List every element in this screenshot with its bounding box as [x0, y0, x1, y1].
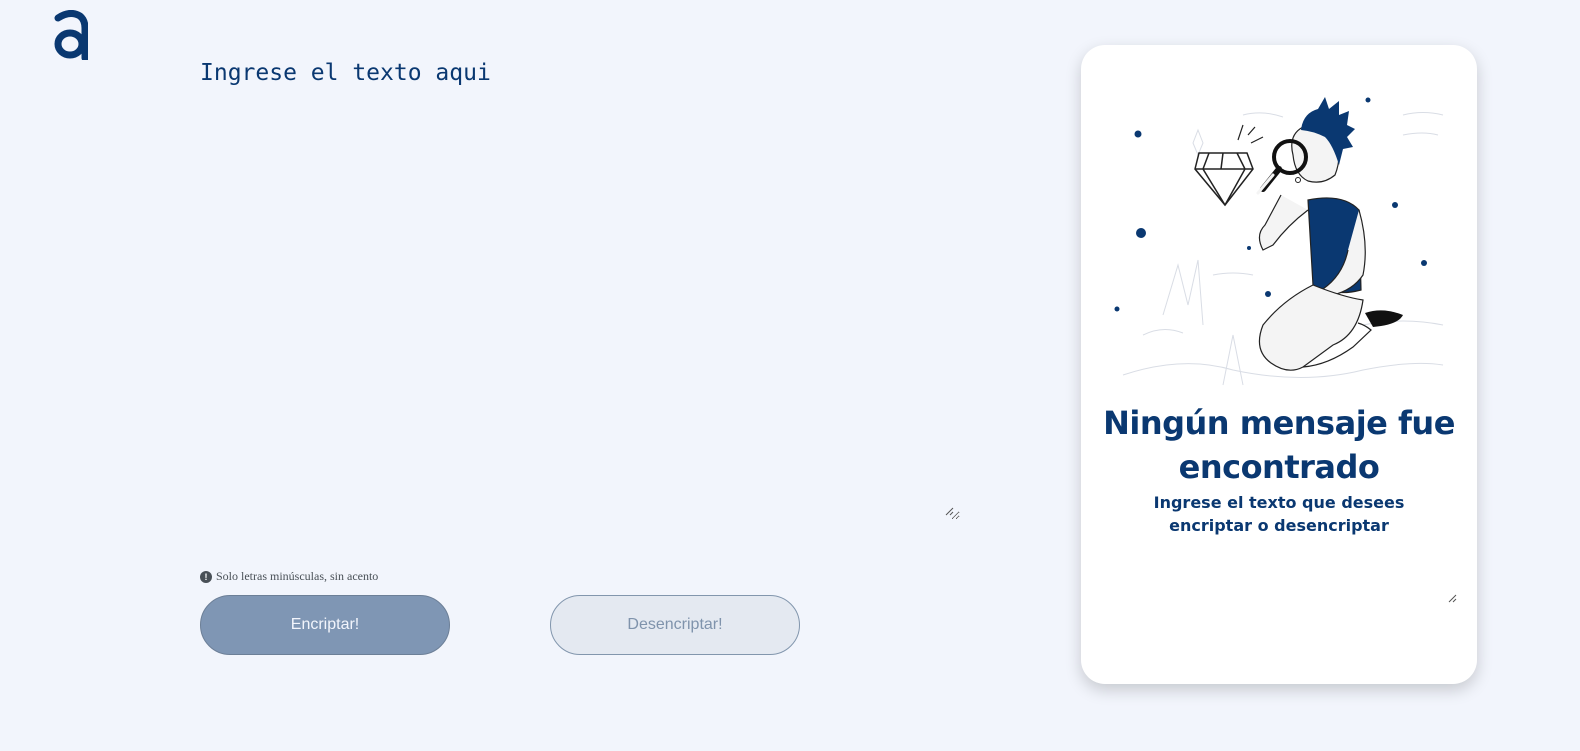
resize-grip-icon[interactable] [1447, 593, 1457, 603]
resize-grip-icon[interactable] [944, 506, 954, 516]
text-input[interactable] [196, 52, 960, 520]
search-illustration-icon [1114, 97, 1444, 386]
input-hint: ! Solo letras minúsculas, sin acento [200, 569, 378, 584]
encrypt-button[interactable]: Encriptar! [200, 595, 450, 655]
output-card: Ningún mensaje fue encontrado Ingrese el… [1081, 45, 1477, 684]
empty-state-subtitle: Ingrese el texto que desees encriptar o … [1153, 493, 1405, 535]
decrypt-button[interactable]: Desencriptar! [550, 595, 800, 655]
hint-text: Solo letras minúsculas, sin acento [216, 569, 379, 583]
exclamation-circle-icon: ! [200, 570, 212, 583]
brand-logo-icon [54, 10, 88, 60]
empty-state-title: Ningún mensaje fue encontrado [1103, 404, 1455, 486]
